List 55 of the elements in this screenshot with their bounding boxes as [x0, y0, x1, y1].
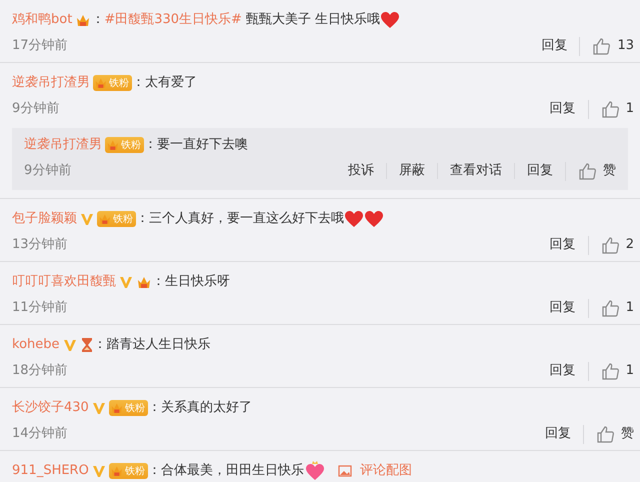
reply-link[interactable]: 回复	[533, 426, 583, 442]
reply-link[interactable]: 回复	[529, 38, 580, 54]
timestamp: 9分钟前	[12, 100, 60, 118]
like-button[interactable]: 1	[588, 100, 634, 118]
verified-icon	[119, 274, 133, 290]
like-button[interactable]: 2	[588, 236, 634, 254]
timestamp: 11分钟前	[12, 299, 68, 318]
timestamp: 14分钟前	[12, 425, 68, 444]
fan-badge: 铁粉	[105, 137, 144, 153]
comment-text: ：太有爱了	[132, 74, 197, 92]
thumbs-up-icon	[600, 362, 620, 380]
verified-icon	[92, 463, 106, 479]
reply-link[interactable]: 回复	[538, 237, 588, 253]
thumbs-up-icon	[578, 162, 597, 180]
comment-text: ：生日快乐呀	[152, 273, 230, 292]
thumbs-up-icon	[600, 100, 620, 118]
comment-text: ：踏青达人生日快乐	[94, 336, 211, 354]
fan-badge: 铁粉	[108, 463, 148, 479]
thumbs-up-icon	[592, 36, 612, 56]
thumbs-up-icon	[596, 424, 615, 444]
reply-link[interactable]: 回复	[538, 101, 588, 117]
action-link[interactable]: 查看对话	[437, 163, 514, 179]
heart-icon	[364, 210, 384, 228]
hourglass-icon	[80, 337, 94, 353]
heart-icon	[304, 461, 326, 481]
like-button[interactable]: 1	[588, 298, 634, 318]
comment-text: ：#田馥甄330生日快乐# 甄甄大美子 生日快乐哦	[91, 11, 380, 30]
comment-text: ：关系真的太好了	[148, 399, 252, 418]
heart-icon	[380, 11, 400, 29]
thumbs-up-icon	[600, 236, 620, 254]
reply-link[interactable]: 回复	[514, 163, 565, 179]
verified-icon	[62, 337, 77, 353]
fan-badge: 铁粉	[97, 211, 136, 227]
verified-icon	[80, 211, 94, 227]
verified-icon	[92, 400, 106, 416]
like-button[interactable]: 13	[579, 36, 634, 56]
like-button[interactable]: 赞	[565, 162, 616, 180]
timestamp: 18分钟前	[12, 362, 68, 380]
like-button[interactable]: 赞	[583, 424, 634, 444]
heart-icon	[344, 210, 364, 228]
reply-link[interactable]: 回复	[538, 363, 588, 379]
like-button[interactable]: 1	[588, 362, 634, 380]
comment-text: ：三个人真好，要一直这么好下去哦	[136, 210, 344, 228]
reply-link[interactable]: 回复	[538, 300, 588, 316]
action-link[interactable]: 屏蔽	[386, 163, 437, 179]
timestamp: 9分钟前	[24, 162, 72, 180]
action-link[interactable]: 投诉	[336, 163, 386, 179]
thumbs-up-icon	[600, 298, 620, 318]
comment-text: ：合体最美，田田生日快乐	[148, 462, 304, 480]
fan-badge: 铁粉	[93, 75, 132, 91]
fan-badge: 铁粉	[108, 400, 148, 416]
timestamp: 17分钟前	[12, 37, 68, 56]
comment-text: ：要一直好下去噢	[144, 136, 248, 154]
timestamp: 13分钟前	[12, 236, 68, 254]
image-icon	[338, 465, 352, 477]
